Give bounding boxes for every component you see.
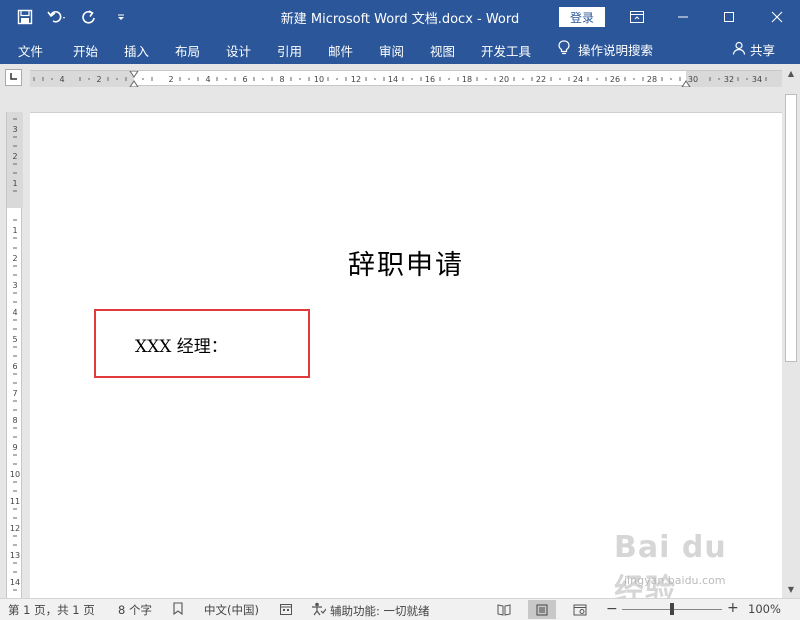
tab-stop-selector[interactable] — [5, 69, 22, 86]
svg-text:8: 8 — [279, 75, 284, 84]
svg-text:12: 12 — [351, 75, 361, 84]
maximize-icon[interactable] — [706, 0, 752, 34]
svg-text:2: 2 — [168, 75, 173, 84]
svg-text:18: 18 — [462, 75, 472, 84]
svg-text:7: 7 — [12, 389, 17, 398]
share-label: 共享 — [750, 43, 776, 58]
accessibility-label: 辅助功能: 一切就绪 — [330, 603, 430, 618]
svg-text:20: 20 — [499, 75, 509, 84]
tell-me-search[interactable]: 操作说明搜索 — [558, 40, 653, 59]
svg-text:28: 28 — [647, 75, 657, 84]
svg-text:4: 4 — [59, 75, 64, 84]
web-layout-icon[interactable] — [566, 600, 594, 619]
document-page[interactable]: 辞职申请 XXX 经理： — [30, 112, 782, 598]
left-tab-icon — [9, 72, 18, 84]
svg-text:12: 12 — [10, 524, 20, 533]
svg-text:4: 4 — [12, 308, 17, 317]
person-icon — [732, 41, 746, 58]
svg-text:30: 30 — [688, 75, 698, 84]
zoom-in-button[interactable]: + — [727, 600, 739, 616]
svg-text:5: 5 — [12, 335, 17, 344]
vertical-scrollbar[interactable]: ▲ ▼ — [782, 64, 800, 598]
accessibility-icon — [310, 602, 327, 619]
svg-text:2: 2 — [96, 75, 101, 84]
svg-text:8: 8 — [12, 416, 17, 425]
tab-home[interactable]: 开始 — [73, 41, 98, 60]
lightbulb-icon — [558, 40, 570, 59]
svg-text:32: 32 — [724, 75, 734, 84]
svg-text:22: 22 — [536, 75, 546, 84]
svg-text:11: 11 — [10, 497, 20, 506]
print-layout-icon[interactable] — [528, 600, 556, 619]
svg-text:2: 2 — [12, 152, 17, 161]
baidu-jingyan-watermark: Bai du 经验 jingyan.baidu.com — [614, 530, 764, 608]
scrollbar-thumb[interactable] — [785, 94, 797, 362]
horizontal-ruler[interactable]: 42 246 8 10 12 14 16 18 20 22 24 26 28 30 32 34 — [30, 70, 782, 87]
svg-text:10: 10 — [314, 75, 324, 84]
svg-text:4: 4 — [205, 75, 210, 84]
svg-text:24: 24 — [573, 75, 583, 84]
tab-mailings[interactable]: 邮件 — [328, 41, 353, 60]
svg-text:3: 3 — [12, 125, 17, 134]
svg-text:6: 6 — [12, 362, 17, 371]
ribbon-display-options-icon[interactable] — [614, 0, 660, 34]
svg-text:14: 14 — [10, 578, 20, 587]
share-button[interactable]: 共享 — [732, 40, 775, 59]
svg-text:13: 13 — [10, 551, 20, 560]
tab-file[interactable]: 文件 — [18, 41, 43, 60]
svg-text:2: 2 — [12, 254, 17, 263]
tab-layout[interactable]: 布局 — [175, 41, 200, 60]
tab-developer[interactable]: 开发工具 — [481, 41, 531, 60]
svg-text:10: 10 — [10, 470, 20, 479]
minimize-icon[interactable] — [660, 0, 706, 34]
svg-text:14: 14 — [388, 75, 398, 84]
svg-text:1: 1 — [12, 226, 17, 235]
svg-text:3: 3 — [12, 281, 17, 290]
zoom-slider-thumb[interactable] — [670, 603, 674, 615]
tab-insert[interactable]: 插入 — [124, 41, 149, 60]
svg-text:16: 16 — [425, 75, 435, 84]
document-title[interactable]: 辞职申请 — [30, 243, 782, 282]
status-bar: 第 1 页，共 1 页 8 个字 中文(中国) 辅助功能: 一切就绪 − + 1… — [0, 598, 800, 620]
svg-text:26: 26 — [610, 75, 620, 84]
sign-in-button[interactable]: 登录 — [559, 7, 605, 27]
read-mode-icon[interactable] — [490, 600, 518, 619]
zoom-out-button[interactable]: − — [606, 601, 618, 617]
svg-text:1: 1 — [12, 179, 17, 188]
tab-view[interactable]: 视图 — [430, 41, 455, 60]
svg-text:6: 6 — [242, 75, 247, 84]
highlight-box — [94, 309, 310, 378]
tab-review[interactable]: 审阅 — [379, 41, 404, 60]
word-count[interactable]: 8 个字 — [118, 602, 152, 618]
scroll-up-icon[interactable]: ▲ — [782, 66, 800, 80]
scroll-down-icon[interactable]: ▼ — [782, 582, 800, 596]
page-info[interactable]: 第 1 页，共 1 页 — [8, 602, 95, 618]
vertical-ruler[interactable]: 321 123 456 789 10 11 12 13 14 — [6, 112, 23, 598]
watermark-url: jingyan.baidu.com — [624, 574, 726, 587]
title-bar: 新建 Microsoft Word 文档.docx - Word 登录 — [0, 0, 800, 34]
language[interactable]: 中文(中国) — [204, 602, 259, 618]
ribbon-tabs: 文件 开始 插入 布局 设计 引用 邮件 审阅 视图 开发工具 操作说明搜索 共… — [0, 34, 800, 64]
tab-references[interactable]: 引用 — [277, 41, 302, 60]
svg-text:9: 9 — [12, 443, 17, 452]
tab-design[interactable]: 设计 — [226, 41, 251, 60]
proofing-icon[interactable] — [172, 602, 186, 616]
svg-text:34: 34 — [752, 75, 762, 84]
close-icon[interactable] — [754, 0, 800, 34]
accessibility-status[interactable]: 辅助功能: 一切就绪 — [310, 602, 430, 619]
tell-me-label: 操作说明搜索 — [578, 43, 654, 58]
zoom-level[interactable]: 100% — [748, 602, 781, 616]
macro-record-icon[interactable] — [279, 602, 293, 616]
